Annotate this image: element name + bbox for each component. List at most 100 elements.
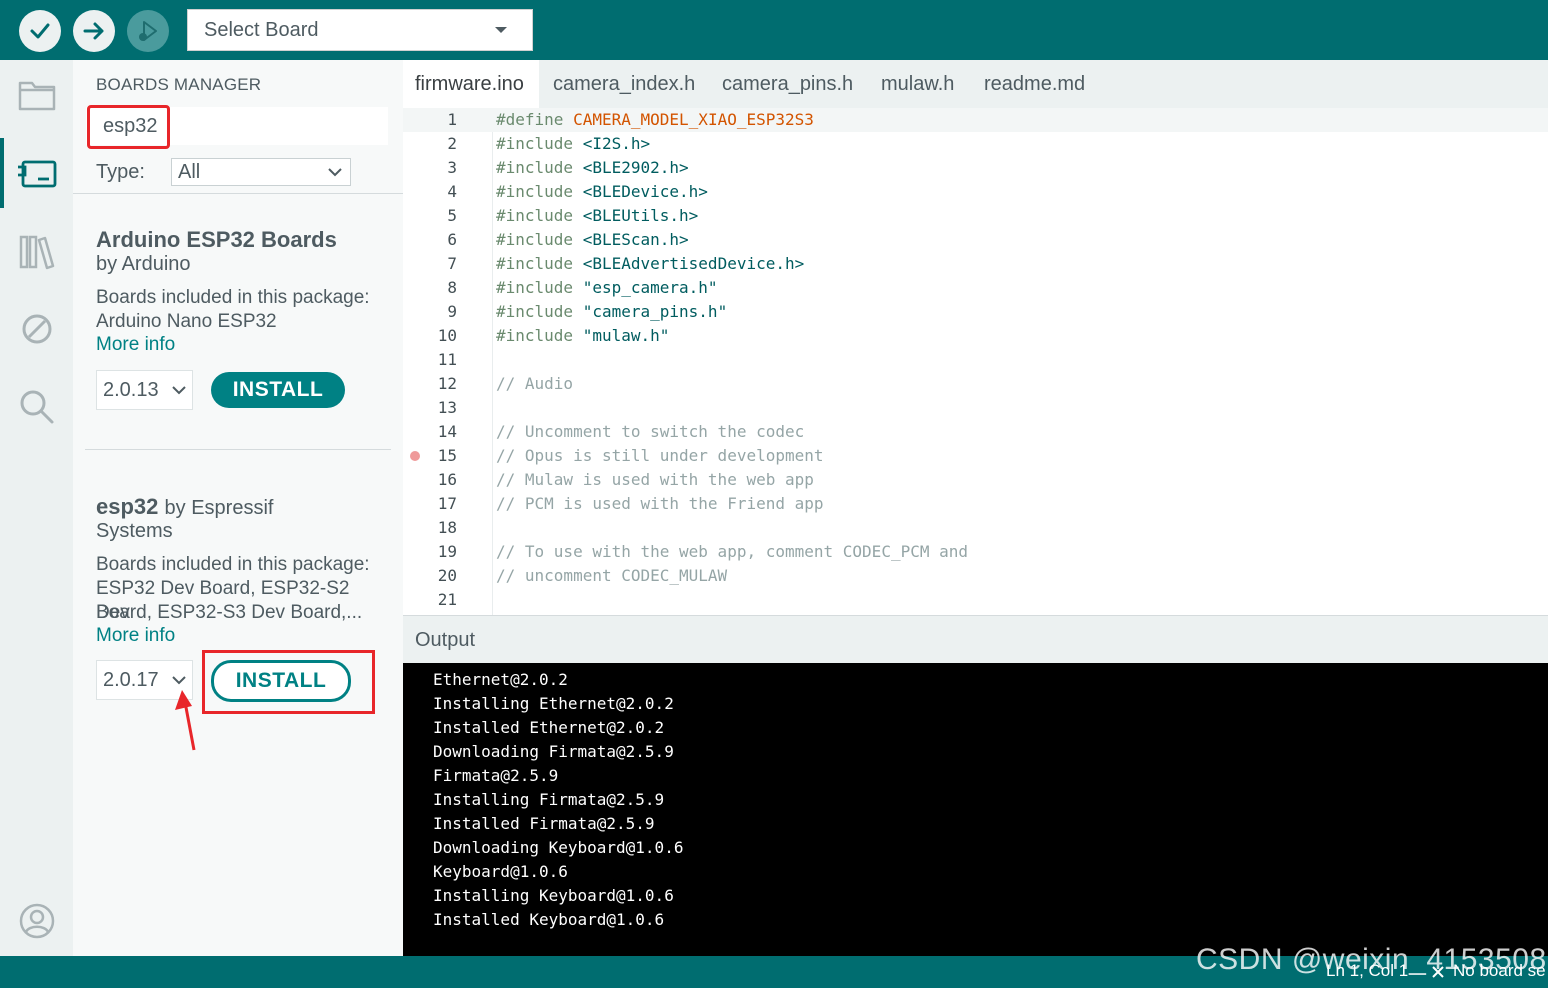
line-number: 5 [447,206,457,225]
code-text: #include "esp_camera.h" [496,278,718,297]
line-number: 17 [437,494,457,513]
line-number: 15 [437,446,457,465]
package-boards-list-cont: Board, ESP32-S3 Dev Board,... [96,602,363,623]
chevron-down-icon [172,675,186,684]
package-author: Systems [96,520,173,542]
code-line: 15 // Opus is still under development [403,444,1548,468]
type-filter-value: All [178,160,201,183]
boards-manager-button[interactable] [0,138,73,208]
code-line: 2 #include <I2S.h> [403,132,1548,156]
code-text: // Audio [496,374,574,393]
type-filter-select[interactable]: All [171,158,351,186]
code-line: 5 #include <BLEUtils.h> [403,204,1548,228]
version-select[interactable]: 2.0.13 [96,370,193,410]
line-number: 10 [437,326,457,345]
output-line: Keyboard@1.0.6 [433,862,568,881]
check-icon [30,23,50,39]
top-toolbar: Select Board [0,0,1548,60]
debug-icon [139,21,157,41]
code-line: 21 [403,588,1548,612]
code-line: 14 // Uncomment to switch the codec [403,420,1548,444]
line-number: 9 [447,302,457,321]
line-number: 16 [437,470,457,489]
more-info-link[interactable]: More info [96,625,175,647]
watermark: CSDN @weixin_41535089 [1196,943,1548,976]
line-number: 12 [437,374,457,393]
code-line: 8 #include "esp_camera.h" [403,276,1548,300]
code-line: 20 // uncomment CODEC_MULAW [403,564,1548,588]
output-line: Installing Ethernet@2.0.2 [433,694,674,713]
install-button[interactable]: INSTALL [211,372,345,408]
code-line: 10 #include "mulaw.h" [403,324,1548,348]
search-button[interactable] [0,372,73,442]
line-number: 19 [437,542,457,561]
code-text: #define CAMERA_MODEL_XIAO_ESP32S3 [496,110,814,129]
board-selector-label: Select Board [204,18,319,41]
code-text: // PCM is used with the Friend app [496,494,824,513]
debug-button[interactable] [127,10,169,52]
code-text: // Uncomment to switch the codec [496,422,805,441]
red-arrow-annotation [175,690,196,751]
line-number: 2 [447,134,457,153]
search-icon [20,390,53,424]
version-value: 2.0.17 [103,668,159,691]
sketchbook-button[interactable] [0,60,73,130]
code-editor[interactable]: 1 #define CAMERA_MODEL_XIAO_ESP32S3 2 #incl… [403,108,1548,615]
code-text: #include <BLE2902.h> [496,158,689,177]
arrow-right-icon [83,22,104,40]
output-line: Installing Keyboard@1.0.6 [433,886,674,905]
line-number: 11 [437,350,457,369]
code-line: 1 #define CAMERA_MODEL_XIAO_ESP32S3 [403,108,1548,132]
editor-tabs: firmware.ino camera_index.h camera_pins.… [403,60,1548,108]
code-line: 11 [403,348,1548,372]
code-line: 6 #include <BLEScan.h> [403,228,1548,252]
tab-readme-md[interactable]: readme.md [972,60,1097,108]
tab-camera-index-h[interactable]: camera_index.h [541,60,707,108]
output-header: Output [403,615,1548,663]
tab-mulaw-h[interactable]: mulaw.h [869,60,966,108]
output-line: Ethernet@2.0.2 [433,670,568,689]
code-text: #include "mulaw.h" [496,326,670,345]
code-line: 19 // To use with the web app, comment CO… [403,540,1548,564]
code-text: // To use with the web app, comment CODE… [496,542,969,561]
output-line: Installed Keyboard@1.0.6 [433,910,665,929]
chevron-down-icon [328,167,342,176]
library-icon [19,235,54,270]
package-boards-label: Boards included in this package: [96,287,370,308]
code-line: 16 // Mulaw is used with the web app [403,468,1548,492]
line-number: 6 [447,230,457,249]
line-number: 1 [447,110,457,129]
account-button[interactable] [0,886,73,956]
code-line: 4 #include <BLEDevice.h> [403,180,1548,204]
code-line: 12 // Audio [403,372,1548,396]
output-title: Output [415,629,476,651]
code-line: 17 // PCM is used with the Friend app [403,492,1548,516]
version-value: 2.0.13 [103,378,159,401]
output-line: Downloading Firmata@2.5.9 [433,742,674,761]
output-console[interactable]: Ethernet@2.0.2 Installing Ethernet@2.0.2 I… [403,663,1548,956]
code-line: 18 [403,516,1548,540]
code-text: #include <BLEScan.h> [496,230,689,249]
output-line: Downloading Keyboard@1.0.6 [433,838,684,857]
package-boards-list: Arduino Nano ESP32 [96,311,277,332]
tab-firmware-ino[interactable]: firmware.ino [403,60,539,108]
package-name: esp32 by Espressif [96,494,274,519]
search-highlight-box [87,105,170,149]
verify-button[interactable] [19,10,61,52]
line-number: 4 [447,182,457,201]
library-manager-button[interactable] [0,216,73,286]
output-line: Installed Firmata@2.5.9 [433,814,655,833]
code-text: #include <BLEDevice.h> [496,182,708,201]
code-text: // Opus is still under development [496,446,824,465]
package-name: Arduino ESP32 Boards [96,227,337,252]
debug-panel-button[interactable] [0,294,73,364]
code-line: 13 [403,396,1548,420]
code-text: // Mulaw is used with the web app [496,470,814,489]
upload-button[interactable] [73,10,115,52]
more-info-link[interactable]: More info [96,334,175,356]
line-number: 18 [437,518,457,537]
chevron-down-icon [172,385,186,394]
output-line: Installing Firmata@2.5.9 [433,790,665,809]
tab-camera-pins-h[interactable]: camera_pins.h [710,60,865,108]
board-selector[interactable]: Select Board [187,9,533,51]
